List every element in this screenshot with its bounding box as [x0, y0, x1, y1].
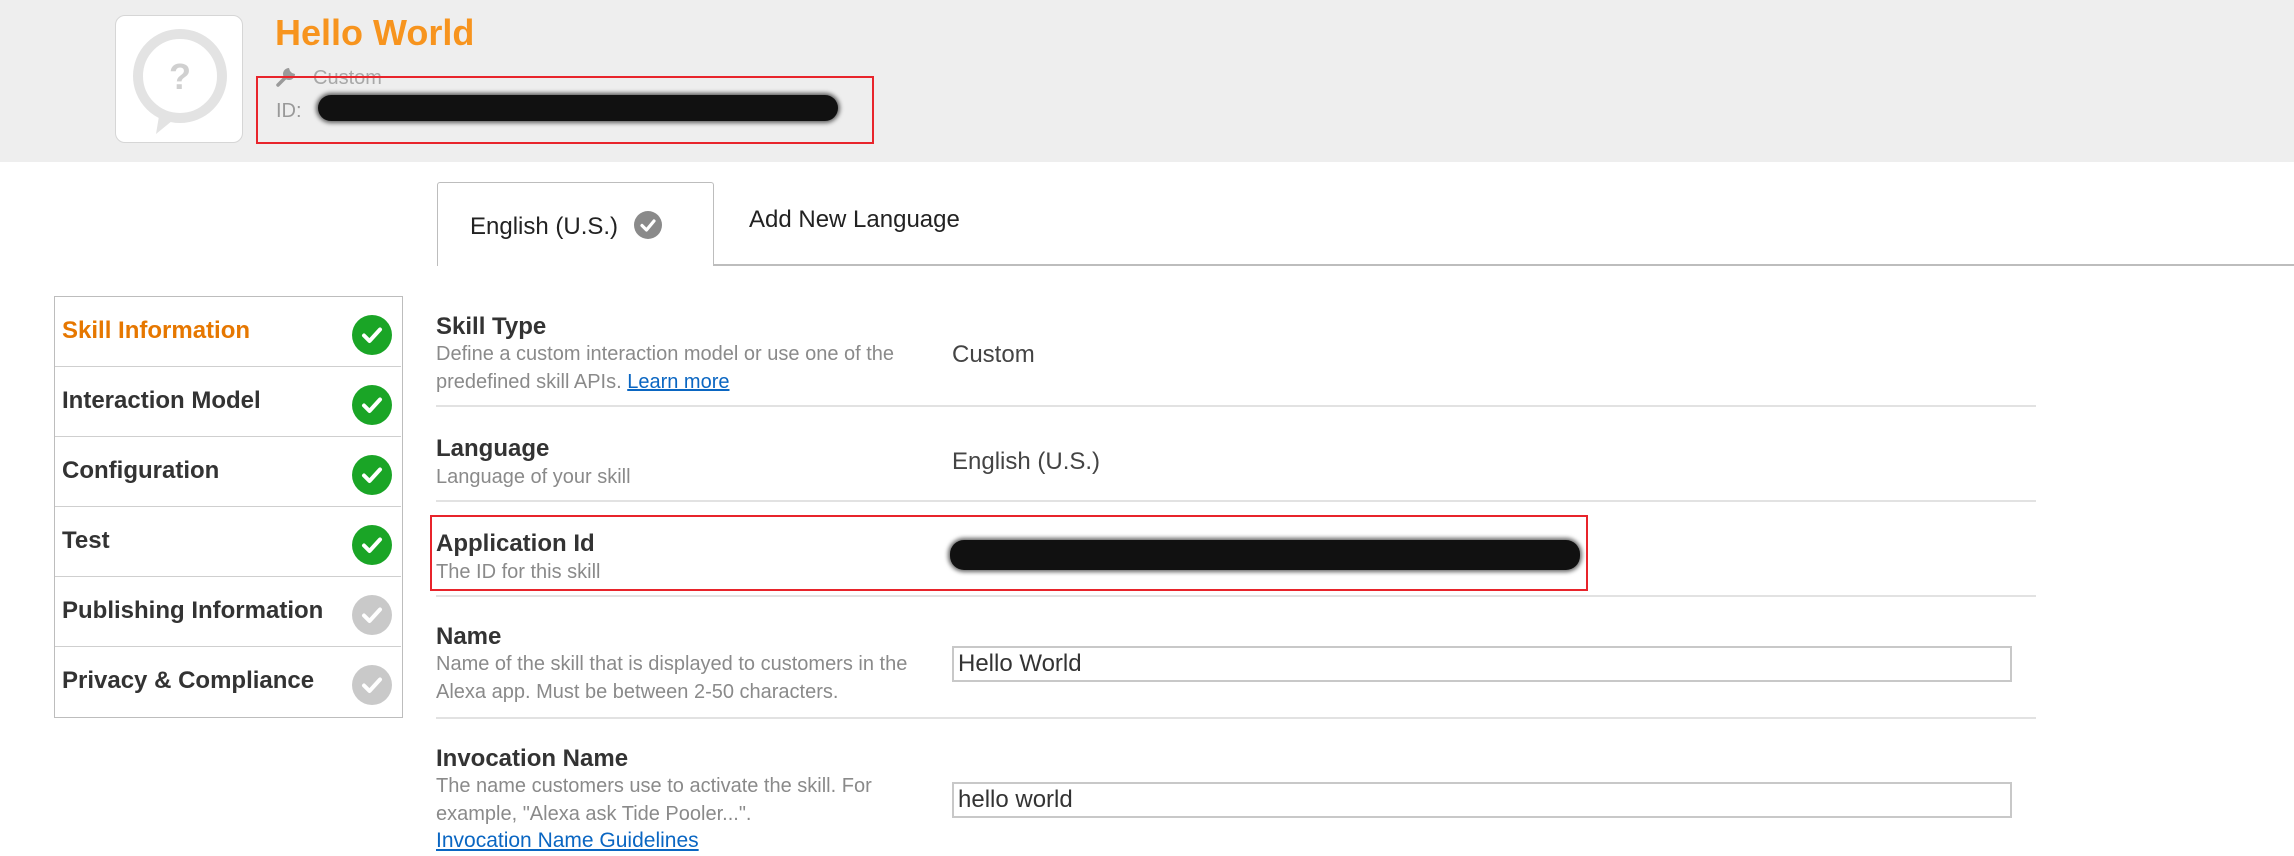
field-description: Name of the skill that is displayed to c…	[436, 653, 908, 703]
field-title: Language	[436, 435, 550, 462]
skill-title: Hello World	[275, 12, 475, 53]
sidebar-item-label: Privacy & Compliance	[62, 667, 315, 694]
check-circle-icon	[352, 385, 392, 425]
divider	[436, 595, 2036, 597]
field-description: Define a custom interaction model or use…	[436, 340, 936, 396]
field-skill-type: Skill Type Define a custom interaction m…	[436, 310, 2036, 400]
skill-header: ? Hello World Custom ID:	[0, 0, 2294, 162]
annotation-box	[256, 76, 874, 144]
sidebar-item-label: Interaction Model	[62, 387, 261, 414]
tab-add-new-language[interactable]: Add New Language	[749, 206, 960, 234]
annotation-box	[430, 515, 1588, 591]
divider	[436, 717, 2036, 719]
check-circle-icon	[352, 455, 392, 495]
field-description: The name customers use to activate the s…	[436, 775, 872, 825]
name-input[interactable]	[952, 646, 2012, 682]
svg-text:?: ?	[169, 56, 191, 97]
sidebar-nav: Skill Information Interaction Model Conf…	[54, 296, 403, 718]
tab-divider	[714, 264, 2294, 266]
sidebar-item-configuration[interactable]: Configuration	[55, 437, 401, 507]
divider	[436, 405, 2036, 407]
sidebar-item-interaction-model[interactable]: Interaction Model	[55, 367, 401, 437]
sidebar-item-label: Test	[62, 527, 110, 554]
check-circle-icon	[352, 595, 392, 635]
field-description: Language of your skill	[436, 466, 631, 488]
tab-label: English (U.S.)	[470, 213, 619, 240]
field-value: English (U.S.)	[952, 448, 1101, 475]
check-circle-icon	[352, 525, 392, 565]
divider	[436, 500, 2036, 502]
sidebar-item-publishing-information[interactable]: Publishing Information	[55, 577, 401, 647]
sidebar-item-label: Skill Information	[62, 317, 251, 344]
skill-icon-placeholder: ?	[115, 15, 243, 143]
invocation-name-guidelines-link[interactable]: Invocation Name Guidelines	[436, 829, 699, 853]
sidebar-item-skill-information[interactable]: Skill Information	[55, 297, 401, 367]
sidebar-item-privacy-compliance[interactable]: Privacy & Compliance	[55, 647, 401, 717]
field-language: Language Language of your skill English …	[436, 430, 2036, 500]
tab-english-us[interactable]: English (U.S.)	[437, 182, 714, 266]
sidebar-item-label: Publishing Information	[62, 597, 324, 624]
alexa-question-icon: ?	[133, 29, 227, 134]
sidebar-item-label: Configuration	[62, 457, 220, 484]
field-value: Custom	[952, 341, 1035, 368]
invocation-name-input[interactable]	[952, 782, 2012, 818]
sidebar-item-test[interactable]: Test	[55, 507, 401, 577]
field-title: Skill Type	[436, 313, 547, 340]
field-title: Invocation Name	[436, 745, 629, 772]
check-circle-icon	[634, 211, 662, 239]
field-title: Name	[436, 623, 502, 650]
check-circle-icon	[352, 315, 392, 355]
check-circle-icon	[352, 665, 392, 705]
learn-more-link[interactable]: Learn more	[627, 371, 729, 393]
